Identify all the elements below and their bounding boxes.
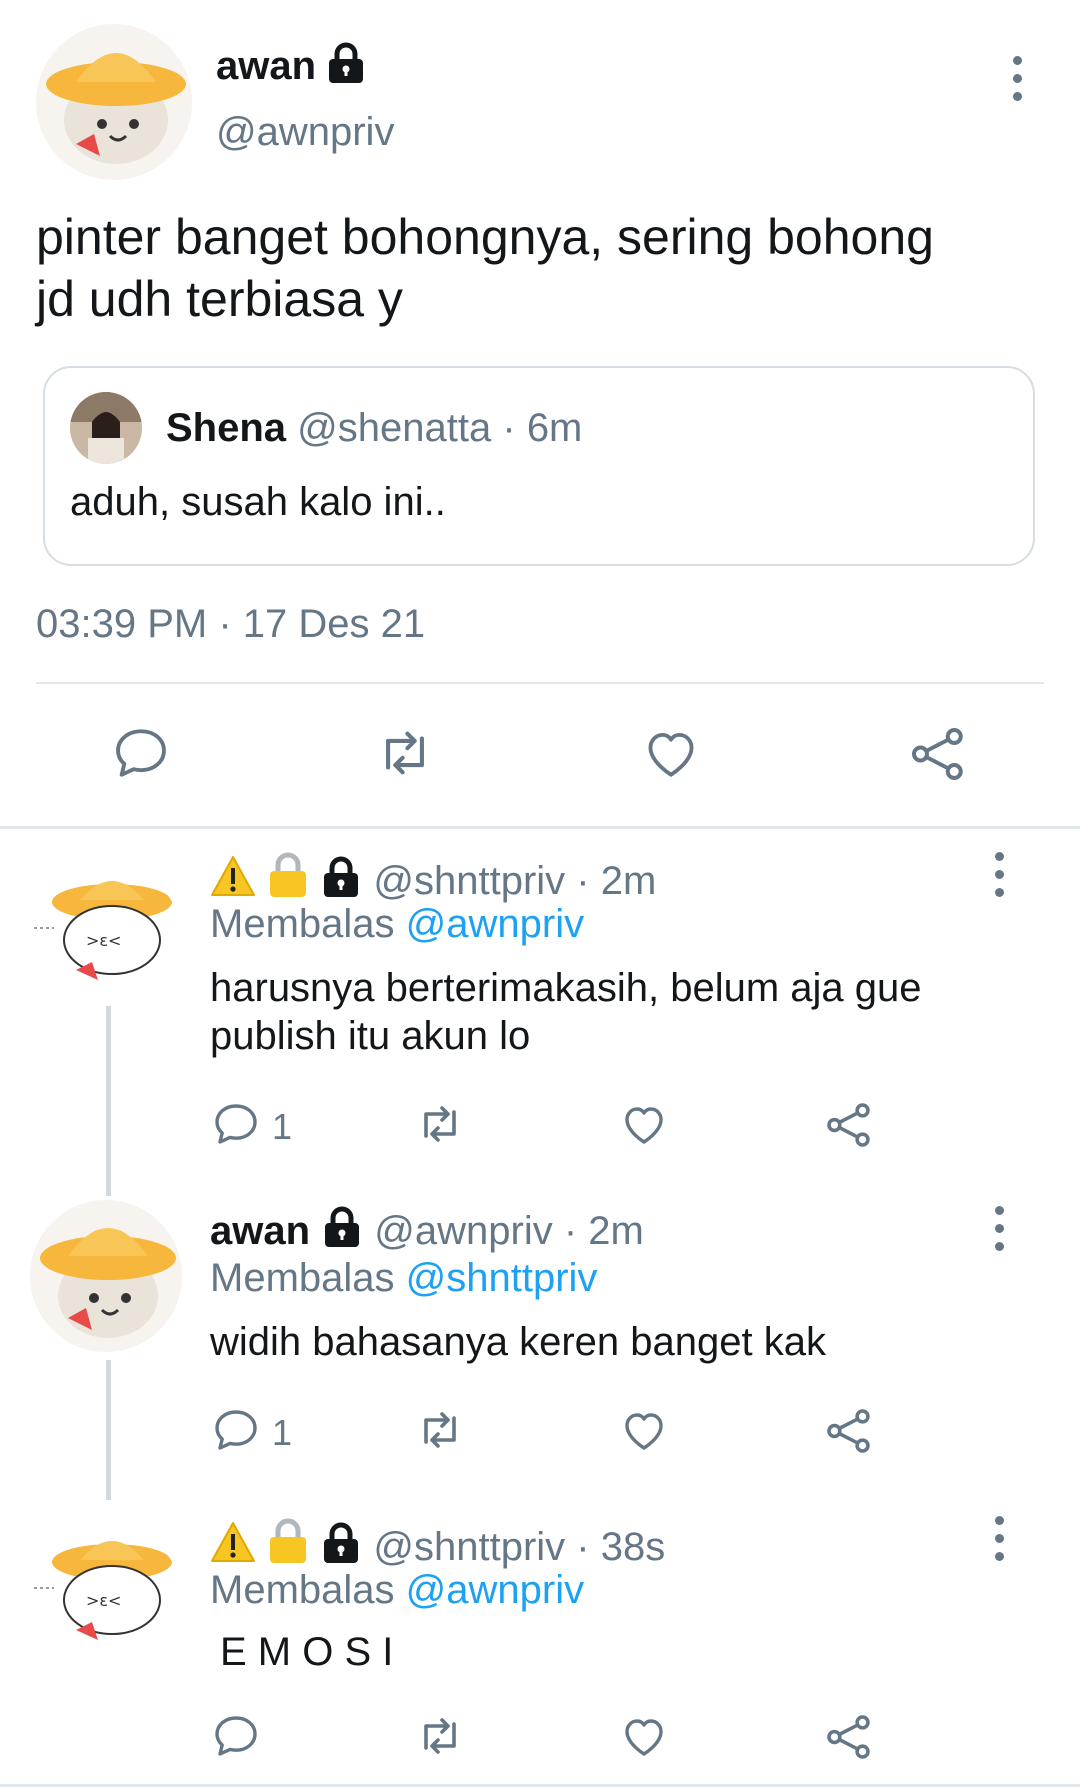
thread-line: [106, 1360, 111, 1500]
replying-to: Membalas @awnpriv: [210, 1568, 584, 1613]
thread-line: [106, 1006, 111, 1196]
avatar-shena[interactable]: [70, 392, 142, 464]
replying-label: Membalas: [210, 902, 395, 946]
reply-time: · 38s: [576, 1525, 666, 1569]
replying-label: Membalas: [210, 1568, 395, 1612]
reply-handle[interactable]: @awnpriv: [374, 1209, 552, 1253]
tweet-timestamp: 03:39 PM · 17 Des 21: [36, 602, 426, 646]
more-icon[interactable]: [992, 1206, 1006, 1260]
more-icon[interactable]: [1010, 56, 1024, 110]
avatar-shnttpriv[interactable]: >ε<: [30, 866, 182, 1006]
replying-to: Membalas @awnpriv: [210, 902, 584, 947]
reply-header: @shnttpriv · 38s: [210, 1518, 665, 1574]
lock-emoji-icon: [267, 1518, 309, 1574]
like-icon[interactable]: [642, 724, 700, 782]
author-name[interactable]: awan: [216, 44, 316, 89]
like-icon[interactable]: [620, 1712, 668, 1760]
reply-count: 1: [272, 1412, 293, 1453]
reply-icon[interactable]: [212, 1100, 260, 1148]
reply-text-line: widih bahasanya keren banget kak: [210, 1320, 826, 1364]
like-icon[interactable]: [620, 1100, 668, 1148]
reply-text: widih bahasanya keren banget kak: [210, 1318, 826, 1366]
reply-text: E M O S I: [220, 1628, 393, 1676]
avatar-awan[interactable]: [30, 1200, 182, 1352]
lock-emoji-icon: [267, 852, 309, 908]
more-icon[interactable]: [992, 852, 1006, 906]
quote-author-name[interactable]: Shena: [166, 406, 286, 450]
svg-text:>ε<: >ε<: [86, 1591, 121, 1610]
more-icon[interactable]: [992, 1516, 1006, 1570]
quote-text: aduh, susah kalo ini..: [70, 480, 446, 524]
warning-icon: [210, 1520, 256, 1574]
tweet-text-line: jd udh terbiasa y: [36, 271, 403, 327]
replying-label: Membalas: [210, 1256, 395, 1300]
share-icon[interactable]: [908, 724, 968, 784]
author-handle[interactable]: @awnpriv: [216, 110, 394, 155]
quote-header: Shena @shenatta · 6m: [166, 406, 582, 451]
reply-text: harusnya berterimakasih, belum aja gue p…: [210, 964, 922, 1060]
warning-icon: [210, 854, 256, 908]
lock-icon: [320, 1522, 362, 1574]
reply-header: awan @awnpriv · 2m: [210, 1206, 644, 1258]
lock-icon: [321, 1206, 363, 1258]
replying-to-handle[interactable]: @awnpriv: [406, 1568, 584, 1612]
reply-count: 1: [272, 1106, 293, 1147]
lock-icon: [325, 42, 367, 84]
reply-icon[interactable]: [212, 1712, 260, 1760]
replying-to-handle[interactable]: @shnttpriv: [406, 1256, 598, 1300]
replying-to: Membalas @shnttpriv: [210, 1256, 597, 1301]
share-icon[interactable]: [824, 1406, 874, 1456]
quote-time: 6m: [526, 406, 583, 450]
reply-icon[interactable]: [212, 1406, 260, 1454]
quoted-tweet[interactable]: [43, 366, 1035, 566]
retweet-icon[interactable]: [412, 1100, 468, 1148]
tweet-text: pinter banget bohongnya, sering bohong j…: [36, 206, 934, 330]
quote-author-handle[interactable]: @shenatta: [297, 406, 491, 450]
reply-handle[interactable]: @shnttpriv: [373, 859, 565, 903]
reply-time: · 2m: [563, 1209, 644, 1253]
divider: [36, 682, 1044, 684]
section-divider: [0, 826, 1080, 829]
reply-icon[interactable]: [112, 724, 170, 782]
retweet-icon[interactable]: [372, 724, 438, 782]
reply-header: @shnttpriv · 2m: [210, 852, 656, 908]
svg-text:>ε<: >ε<: [86, 931, 121, 950]
replying-to-handle[interactable]: @awnpriv: [406, 902, 584, 946]
share-icon[interactable]: [824, 1712, 874, 1762]
reply-text-line: publish itu akun lo: [210, 1014, 531, 1058]
reply-handle[interactable]: @shnttpriv: [373, 1525, 565, 1569]
lock-icon: [320, 856, 362, 908]
reply-author-name[interactable]: awan: [210, 1209, 310, 1253]
bottom-divider: [0, 1784, 1080, 1787]
avatar-awan[interactable]: [36, 24, 192, 180]
retweet-icon[interactable]: [412, 1406, 468, 1454]
tweet-text-line: pinter banget bohongnya, sering bohong: [36, 209, 934, 265]
reply-time: · 2m: [576, 859, 657, 903]
quote-separator: ·: [502, 406, 516, 450]
share-icon[interactable]: [824, 1100, 874, 1150]
avatar-shnttpriv[interactable]: >ε<: [30, 1526, 182, 1666]
reply-text-line: harusnya berterimakasih, belum aja gue: [210, 966, 922, 1010]
retweet-icon[interactable]: [412, 1712, 468, 1760]
reply-text-line: E M O S I: [220, 1630, 394, 1674]
like-icon[interactable]: [620, 1406, 668, 1454]
